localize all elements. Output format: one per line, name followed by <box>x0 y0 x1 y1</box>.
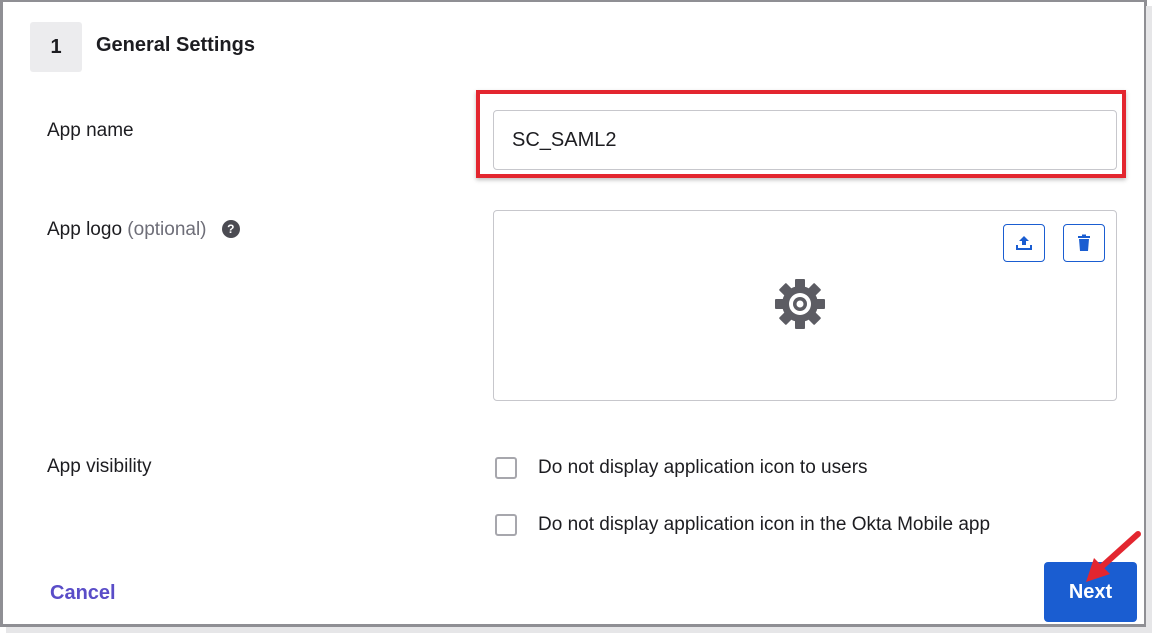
app-logo-label-text: App logo <box>47 219 123 240</box>
upload-logo-button[interactable] <box>1003 224 1045 262</box>
section-title: General Settings <box>96 34 255 56</box>
app-name-input[interactable] <box>493 110 1117 170</box>
logo-dropzone[interactable] <box>493 210 1117 401</box>
app-logo-label: App logo (optional) ? <box>47 219 240 241</box>
hide-icon-users-label[interactable]: Do not display application icon to users <box>538 457 868 479</box>
panel-shadow-bottom <box>6 627 1152 633</box>
panel-shadow-right <box>1146 6 1152 630</box>
step-number-badge: 1 <box>30 22 82 72</box>
hide-icon-mobile-label[interactable]: Do not display application icon in the O… <box>538 514 990 536</box>
trash-icon <box>1078 234 1090 251</box>
app-name-label: App name <box>47 120 134 141</box>
cancel-link[interactable]: Cancel <box>50 582 116 605</box>
delete-logo-button[interactable] <box>1063 224 1105 262</box>
optional-text: (optional) <box>127 219 207 240</box>
annotation-arrow-icon <box>1086 531 1141 582</box>
app-visibility-label: App visibility <box>47 456 152 477</box>
hide-icon-users-checkbox[interactable] <box>495 457 517 479</box>
hide-icon-mobile-checkbox[interactable] <box>495 514 517 536</box>
gear-icon <box>775 279 825 329</box>
help-icon[interactable]: ? <box>221 220 240 238</box>
upload-icon <box>1016 236 1032 250</box>
